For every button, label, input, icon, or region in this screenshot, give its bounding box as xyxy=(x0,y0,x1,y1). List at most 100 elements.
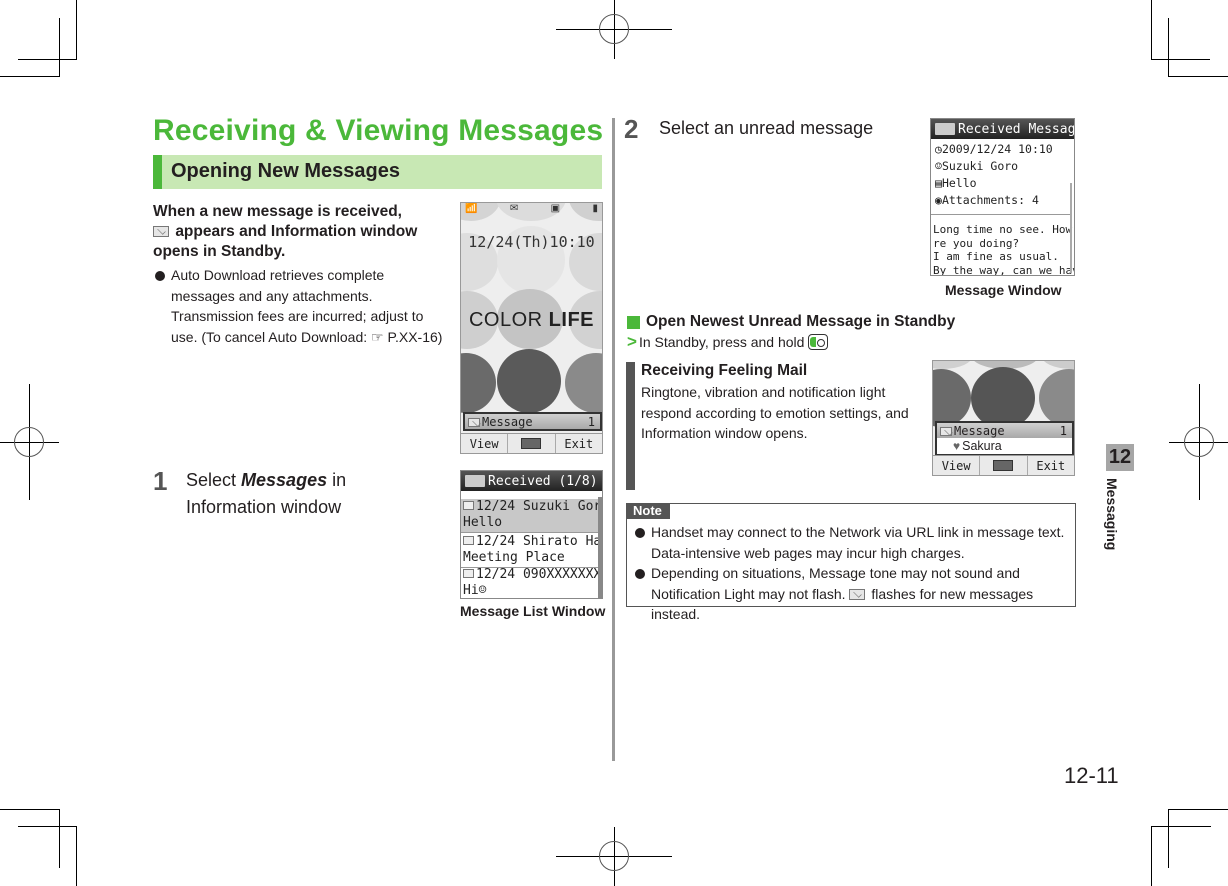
info-message-count: 1 xyxy=(587,414,595,429)
step-1-line2: Information window xyxy=(186,497,342,517)
envelope-icon xyxy=(849,588,866,600)
message-list-caption: Message List Window xyxy=(460,603,606,619)
message-body-line: I am fine as usual. xyxy=(933,250,1059,263)
message-sender: Suzuki Goro xyxy=(941,159,1019,173)
message-details: ◷2009/12/24 10:10 ☺Suzuki Goro ▤Hello ◉A… xyxy=(935,141,1053,209)
standby-shortcut-instruction: > In Standby, press and hold xyxy=(627,332,829,352)
page-title: Receiving & Viewing Messages xyxy=(153,114,604,147)
logo-text-light: COLOR xyxy=(468,309,549,331)
list-item[interactable]: 12/24 Shirato Har Meeting Place xyxy=(461,534,598,568)
list-item[interactable]: 12/24 090XXXXXXXX Hi☺ xyxy=(461,567,598,598)
info-message-count: 1 xyxy=(1059,423,1067,438)
bullet-dot-icon xyxy=(635,569,645,579)
section-title: Opening New Messages xyxy=(171,160,400,182)
message-window-header-text: Received Message xyxy=(958,121,1075,137)
list-item-line1: 12/24 Suzuki Gor xyxy=(476,499,598,514)
new-mail-icon xyxy=(940,426,952,436)
list-item-line2: Hi☺ xyxy=(463,583,487,598)
intro-bullets: Auto Download retrieves complete message… xyxy=(153,265,443,347)
info-window-popup[interactable]: Message 1 ♥ Sakura xyxy=(935,421,1074,456)
softkey-menu[interactable] xyxy=(980,456,1028,475)
list-header: Received (1/8) xyxy=(461,471,602,491)
softkey-exit[interactable]: Exit xyxy=(1027,456,1074,475)
standby-clock: 12/24(Th)10:10 xyxy=(468,233,595,251)
softkey-view[interactable]: View xyxy=(461,434,509,453)
wallpaper-logo: COLOR LIFE xyxy=(461,309,602,332)
standby-screen-image: 📶 ✉ ▣ ▮ 12/24(Th)10:10 COLOR LIFE Messag… xyxy=(460,202,603,454)
intro-lead: When a new message is received, appears … xyxy=(153,202,443,262)
chapter-label-text: Messaging xyxy=(1104,478,1120,551)
mail-key-icon xyxy=(521,438,542,449)
message-subject: Hello xyxy=(941,176,977,190)
envelope-icon xyxy=(153,226,169,237)
note-bullet-text: Handset may connect to the Network via U… xyxy=(651,524,1065,561)
list-item[interactable]: 12/24 Suzuki Gor Hello xyxy=(461,499,598,533)
auto-download-text: Auto Download retrieves complete message… xyxy=(171,267,443,345)
unread-mail-icon xyxy=(463,501,474,510)
wallpaper-circle xyxy=(497,349,561,413)
person-icon: ☺ xyxy=(935,159,942,173)
wallpaper-circle xyxy=(933,369,971,427)
info-window-message-item[interactable]: Message 1 xyxy=(463,412,602,431)
softkey-bar: View Exit xyxy=(461,433,602,453)
feeling-mail-screen-image: Message 1 ♥ Sakura View Exit xyxy=(932,360,1075,476)
step-1-prefix: Select xyxy=(186,470,242,490)
message-body-line: re you doing? xyxy=(933,236,1020,250)
message-body-line: By the way, can we have xyxy=(933,263,1075,276)
status-bar: 📶 ✉ ▣ ▮ xyxy=(461,203,602,219)
bullet-item: Handset may connect to the Network via U… xyxy=(633,522,1078,563)
softkey-exit[interactable]: Exit xyxy=(555,434,602,453)
softkey-view[interactable]: View xyxy=(933,456,981,475)
bullet-item: Auto Download retrieves complete message… xyxy=(153,265,443,347)
note-label: Note xyxy=(626,503,670,519)
instruction-text: In Standby, press and hold xyxy=(638,334,805,350)
chapter-label: Messaging xyxy=(1102,478,1122,558)
chevron-right-icon: > xyxy=(627,332,637,351)
note-bullets: Handset may connect to the Network via U… xyxy=(633,522,1078,625)
subject-icon: ▤ xyxy=(935,176,942,190)
wallpaper-circle xyxy=(971,367,1035,429)
step-1-suffix: in xyxy=(327,470,347,490)
intro-lead-suffix: appears and Information window opens in … xyxy=(153,223,418,260)
message-scrollbar xyxy=(1070,183,1072,273)
feeling-mail-sidebar xyxy=(626,362,635,490)
intro-lead-prefix: When a new message is received, xyxy=(153,203,402,220)
chapter-number-tab: 12 xyxy=(1106,444,1134,471)
list-header-text: Received (1/8) xyxy=(488,473,598,489)
list-scrollbar xyxy=(598,497,602,598)
wallpaper-circle xyxy=(565,353,602,413)
message-body-line: Long time no see. How a xyxy=(933,223,1075,236)
bullet-dot-icon xyxy=(155,271,165,281)
message-window-header: Received Message xyxy=(931,119,1074,139)
green-square-icon xyxy=(627,315,640,329)
page-number: 12-11 xyxy=(1064,763,1119,788)
step-2-number: 2 xyxy=(624,114,639,144)
wallpaper-circle xyxy=(461,353,496,413)
column-divider xyxy=(612,118,615,761)
bullet-dot-icon xyxy=(635,528,645,538)
mail-icon: ✉ xyxy=(509,203,519,214)
signal-icon: 📶 xyxy=(465,203,478,214)
folder-icon xyxy=(465,475,485,487)
heart-icon: ♥ xyxy=(953,439,961,453)
message-date: 2009/12/24 10:10 xyxy=(941,142,1053,156)
folder-icon xyxy=(935,123,955,135)
step-1-text: Select Messages in Information window xyxy=(186,467,426,521)
standby-shortcut-heading: Open Newest Unread Message in Standby xyxy=(627,313,955,331)
softkey-menu[interactable] xyxy=(508,434,556,453)
message-body: Long time no see. How a re you doing? I … xyxy=(933,223,1075,276)
message-list-screen-image: Received (1/8) 12/24 Suzuki Gor Hello 12… xyxy=(460,470,603,599)
standby-shortcut-title: Open Newest Unread Message in Standby xyxy=(646,313,956,330)
mail-key-icon xyxy=(993,460,1014,471)
message-attachments[interactable]: Attachments: 4 xyxy=(942,193,1039,207)
bullet-item: Depending on situations, Message tone ma… xyxy=(633,563,1078,625)
clock-icon: ◷ xyxy=(935,142,942,156)
wallpaper-circle xyxy=(933,361,973,369)
new-mail-icon xyxy=(468,417,480,427)
message-window-screen-image: Received Message ◷2009/12/24 10:10 ☺Suzu… xyxy=(930,118,1075,276)
battery-icon: ▮ xyxy=(592,203,598,214)
step-1-number: 1 xyxy=(153,466,168,496)
logo-text-bold: LIFE xyxy=(548,309,595,331)
message-separator xyxy=(931,214,1072,215)
list-item-line1: 12/24 090XXXXXXXX xyxy=(476,567,598,582)
